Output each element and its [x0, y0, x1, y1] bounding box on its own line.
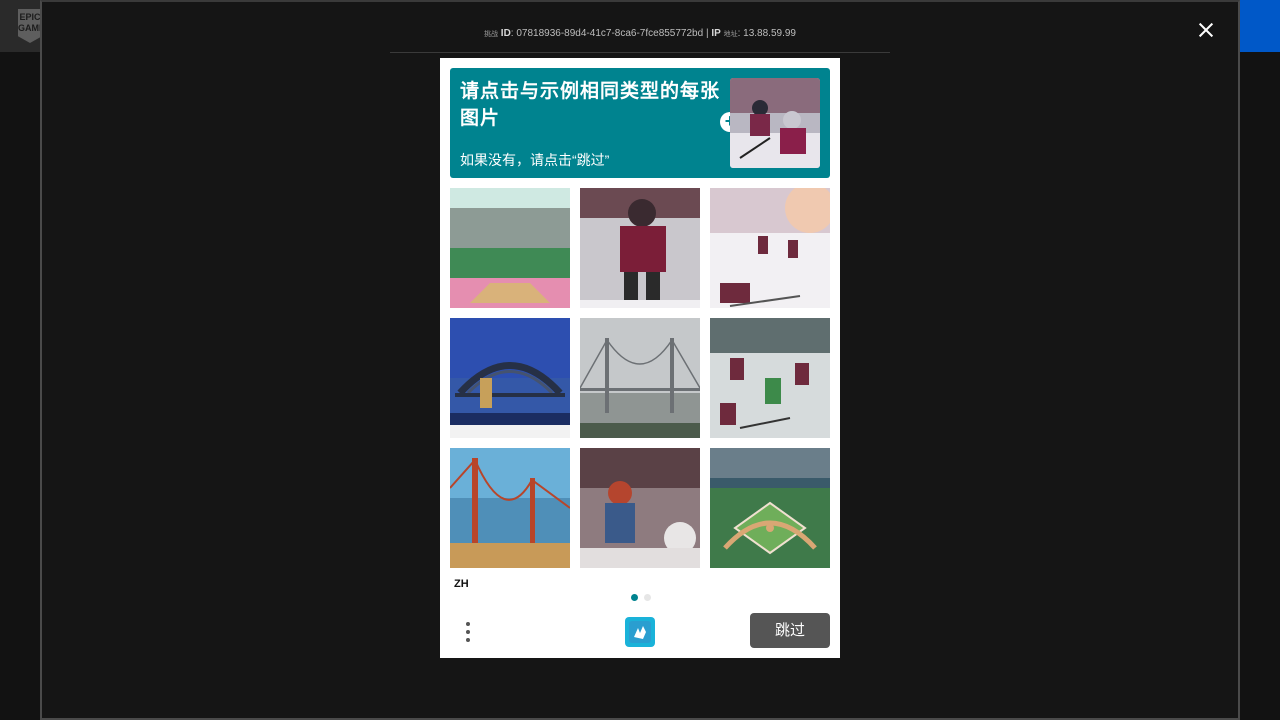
captcha-tile-6[interactable] [710, 318, 830, 438]
prompt-subtitle: 如果没有，请点击“跳过” [460, 152, 610, 168]
captcha-tile-8[interactable] [580, 448, 700, 568]
ip-address: 13.88.59.99 [743, 28, 796, 39]
hcaptcha-logo-icon [623, 615, 657, 649]
example-image [730, 78, 820, 168]
skip-button[interactable]: 跳过 [750, 613, 830, 648]
page-dot-active [631, 594, 638, 601]
captcha-tile-3[interactable] [710, 188, 830, 308]
page-indicator [631, 588, 653, 606]
prompt-title: 请点击与示例相同类型的每张图片 [460, 81, 721, 129]
captcha-frame: 请点击与示例相同类型的每张图片 如果没有，请点击“跳过” + ZH 跳过 [440, 58, 840, 658]
challenge-meta: 挑战 ID: 07818936-89d4-41c7-8ca6-7fce85577… [390, 28, 890, 53]
epic-games-logo: EPIC GAMES [18, 9, 42, 43]
challenge-id: 07818936-89d4-41c7-8ca6-7fce855772bd [516, 28, 704, 39]
captcha-tile-9[interactable] [710, 448, 830, 568]
prompt-banner: 请点击与示例相同类型的每张图片 如果没有，请点击“跳过” + [450, 68, 830, 178]
close-icon[interactable] [1196, 20, 1216, 40]
captcha-tile-5[interactable] [580, 318, 700, 438]
menu-icon[interactable] [462, 618, 474, 646]
page-dot [644, 594, 652, 601]
captcha-modal: 挑战 ID: 07818936-89d4-41c7-8ca6-7fce85577… [40, 0, 1240, 720]
captcha-tile-4[interactable] [450, 318, 570, 438]
captcha-tile-1[interactable] [450, 188, 570, 308]
captcha-tile-2[interactable] [580, 188, 700, 308]
captcha-tile-7[interactable] [450, 448, 570, 568]
language-selector[interactable]: ZH [454, 578, 469, 590]
